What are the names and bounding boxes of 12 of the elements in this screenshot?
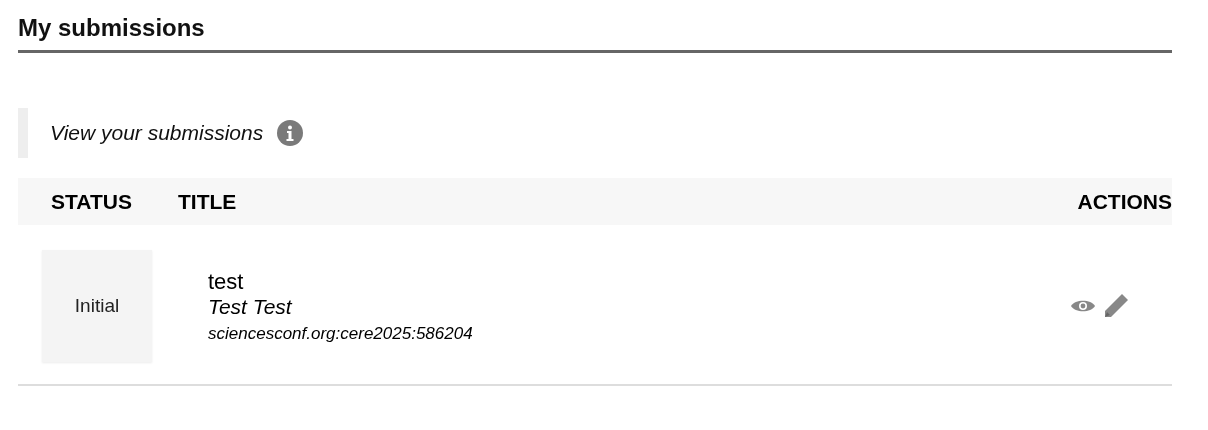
submission-authors: Test Test [208, 294, 294, 319]
column-header: ACTIONS [1077, 189, 1172, 214]
notice-text: View your submissions [50, 121, 264, 145]
column-header: TITLE [178, 189, 238, 214]
info-icon [277, 120, 304, 146]
submission-identifier: sciencesconf.org:cere2025:586204 [208, 323, 474, 344]
column-header: STATUS [50, 189, 133, 214]
status-label: Initial [42, 250, 152, 362]
view-icon[interactable] [1070, 298, 1096, 314]
pencil-icon[interactable] [1102, 292, 1130, 320]
submission-title: test [208, 268, 245, 295]
page-title: My submissions [18, 8, 1172, 53]
